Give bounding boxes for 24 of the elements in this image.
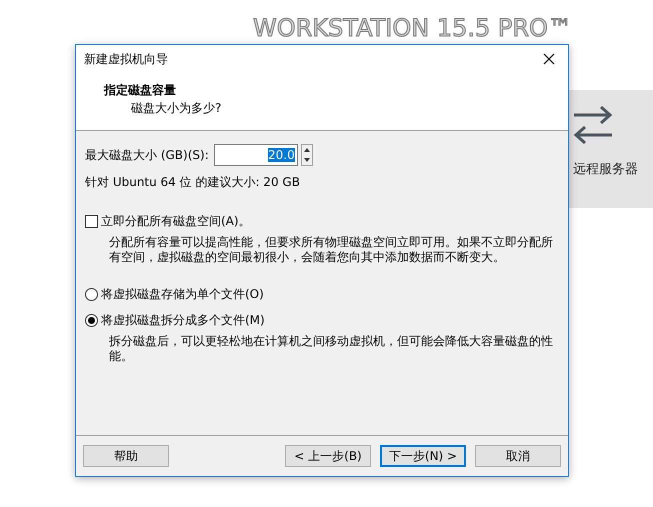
page-title: 指定磁盘容量 bbox=[104, 82, 177, 99]
dialog-button[interactable]: 取消 bbox=[475, 445, 561, 467]
recommendation-text: 针对 Ubuntu 64 位 的建议大小: 20 GB bbox=[85, 174, 301, 191]
down-arrow-icon bbox=[304, 158, 310, 162]
field-label: 最大磁盘大小 (GB)(S): bbox=[85, 147, 209, 164]
page-subtitle: 磁盘大小为多少? bbox=[130, 100, 222, 117]
description-text: 拆分磁盘后，可以更轻松地在计算机之间移动虚拟机，但可能会降低大容量磁盘的性能。 bbox=[108, 334, 554, 364]
checkbox-label[interactable]: 立即分配所有磁盘空间(A)。 bbox=[101, 212, 251, 230]
dialog-button[interactable]: 下一步(N) > bbox=[380, 445, 466, 467]
up-arrow-icon bbox=[304, 148, 310, 152]
window-title: 新建虚拟机向导 bbox=[84, 51, 168, 68]
checkbox[interactable] bbox=[85, 214, 98, 228]
radio-label[interactable]: 将虚拟磁盘拆分成多个文件(M) bbox=[101, 311, 265, 329]
logo-text: WORKSTATION 15.5 PRO™ bbox=[253, 14, 572, 42]
tile-label: 远程服务器 bbox=[573, 161, 638, 179]
spin-buttons[interactable] bbox=[300, 144, 313, 166]
dialog-button[interactable]: < 上一步(B) bbox=[285, 445, 371, 467]
arrows-icon bbox=[572, 104, 614, 146]
radio-button[interactable] bbox=[85, 288, 98, 300]
radio-label[interactable]: 将虚拟磁盘存储为单个文件(O) bbox=[101, 285, 264, 303]
radio-button[interactable] bbox=[85, 314, 98, 326]
dialog-button[interactable]: 帮助 bbox=[83, 445, 169, 467]
disk-size-field[interactable]: 20.0 bbox=[214, 144, 298, 166]
description-text: 分配所有容量可以提高性能，但要求所有物理磁盘空间立即可用。如果不立即分配所有空间，虚拟磁盘的空间最初很小，会随着您向其中添加数据而不断变大。 bbox=[108, 235, 554, 265]
